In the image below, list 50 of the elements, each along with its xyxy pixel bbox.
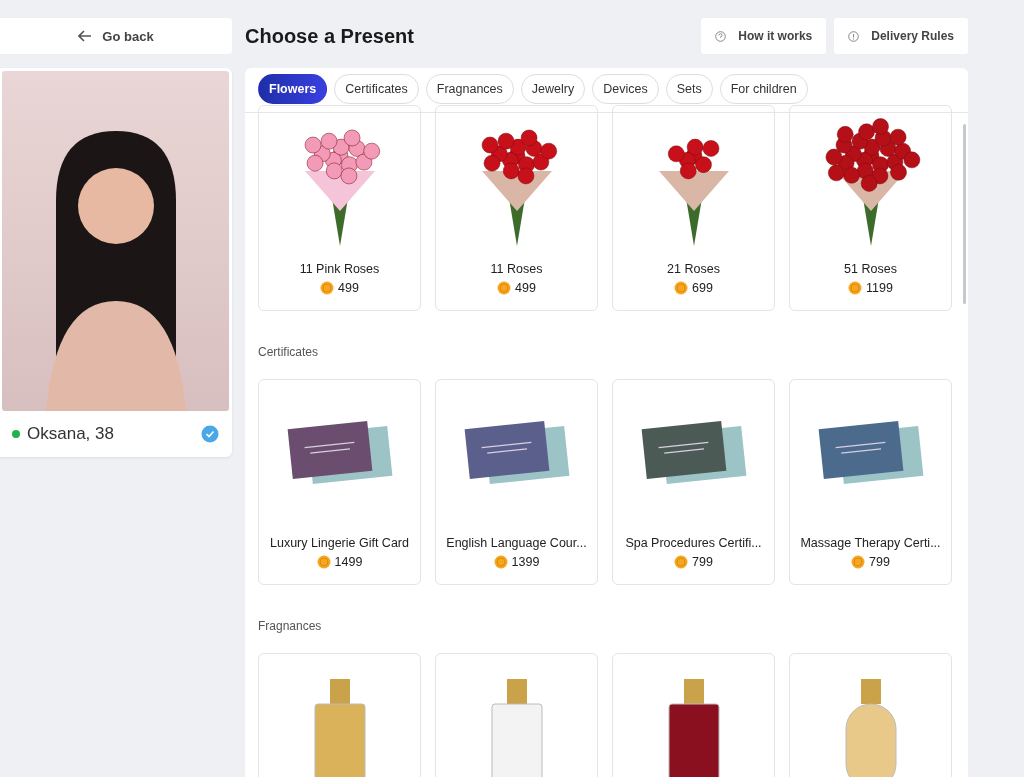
coin-icon xyxy=(851,555,866,569)
coin-icon xyxy=(497,281,512,295)
page-title: Choose a Present xyxy=(245,24,414,48)
profile-name: Oksana, 38 xyxy=(27,424,115,444)
category-tab[interactable]: Jewelry xyxy=(520,74,586,104)
category-tab[interactable]: Devices xyxy=(592,74,659,104)
gift-name: 11 Roses xyxy=(490,262,543,276)
gift-price: 1199 xyxy=(866,281,893,295)
coin-icon xyxy=(316,555,331,569)
gift-card[interactable]: 11 Pink Roses 499 xyxy=(258,105,421,311)
category-tab[interactable]: Sets xyxy=(665,74,713,104)
section-heading: Fragnances xyxy=(258,618,323,635)
category-tab[interactable]: For children xyxy=(719,74,808,104)
help-icon xyxy=(715,30,727,42)
gift-name: 11 Pink Roses xyxy=(299,262,380,276)
info-icon xyxy=(848,30,860,42)
coin-icon xyxy=(674,281,689,295)
gift-price: 699 xyxy=(692,281,713,295)
arrow-left-icon xyxy=(78,30,93,42)
gift-name: 51 Roses xyxy=(844,262,897,276)
coin-icon xyxy=(493,555,508,569)
scrollbar[interactable] xyxy=(963,124,966,304)
gift-name: 21 Roses xyxy=(667,262,720,276)
gift-card[interactable]: Luxury Lingerie Gift Card 1499 xyxy=(258,379,421,585)
gift-price: 499 xyxy=(515,281,536,295)
gift-name: Massage Therapy Certi... xyxy=(800,536,941,550)
gift-price: 799 xyxy=(692,555,713,569)
gift-card[interactable]: Massage Therapy Certi... 799 xyxy=(789,379,952,585)
gift-price: 799 xyxy=(869,555,890,569)
category-tab[interactable]: Flowers xyxy=(258,74,328,104)
gift-name: Spa Procedures Certifi... xyxy=(625,536,762,550)
how-it-works-button[interactable]: How it works xyxy=(701,18,827,54)
coin-icon xyxy=(320,281,335,295)
gift-price: 499 xyxy=(338,281,359,295)
back-button[interactable]: Go back xyxy=(0,18,232,54)
category-tab[interactable]: Certificates xyxy=(334,74,419,104)
gift-card[interactable]: 51 Roses 1199 xyxy=(789,105,952,311)
gift-card[interactable]: Spa Procedures Certifi... 799 xyxy=(612,379,775,585)
gift-price: 1399 xyxy=(511,555,540,569)
gift-card[interactable]: 21 Roses 699 xyxy=(612,105,775,311)
category-tab[interactable]: Fragnances xyxy=(425,74,514,104)
gift-price: 1499 xyxy=(334,555,363,569)
gift-card[interactable]: 11 Roses 499 xyxy=(435,105,598,311)
gift-card[interactable]: English Language Cour... 1399 xyxy=(435,379,598,585)
gift-name: Luxury Lingerie Gift Card xyxy=(270,536,409,550)
section-heading: Certificates xyxy=(258,344,320,361)
delivery-rules-button[interactable]: Delivery Rules xyxy=(834,18,968,54)
coin-icon xyxy=(848,281,863,295)
coin-icon xyxy=(674,555,689,569)
gift-name: English Language Cour... xyxy=(446,536,587,550)
